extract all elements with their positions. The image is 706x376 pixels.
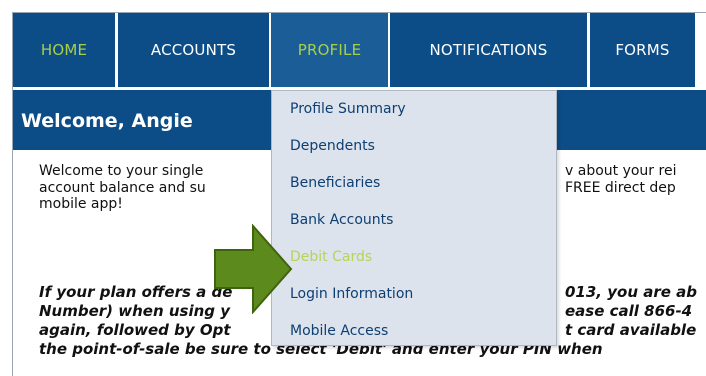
arrow-shape xyxy=(214,224,293,314)
nav-tab-accounts[interactable]: ACCOUNTS xyxy=(118,13,269,87)
intro-line: v about your rei xyxy=(565,163,677,179)
menu-item-bank-accounts[interactable]: Bank Accounts xyxy=(290,212,393,228)
menu-item-beneficiaries[interactable]: Beneficiaries xyxy=(290,175,380,191)
debit-line: 013, you are ab xyxy=(565,283,697,301)
profile-dropdown-menu: Profile Summary Dependents Beneficiaries… xyxy=(271,90,557,346)
intro-paragraph-right: v about your rei FREE direct dep xyxy=(565,163,676,196)
page-frame: HOME ACCOUNTS PROFILE NOTIFICATIONS FORM… xyxy=(12,12,706,376)
nav-tab-profile[interactable]: PROFILE xyxy=(271,13,388,87)
pointer-arrow-icon xyxy=(214,224,293,314)
welcome-title: Welcome, Angie xyxy=(21,110,193,132)
debit-card-paragraph-right: 013, you are ab ease call 866-4 t card a… xyxy=(565,283,697,340)
nav-tab-home[interactable]: HOME xyxy=(13,13,115,87)
menu-item-profile-summary[interactable]: Profile Summary xyxy=(290,101,406,117)
intro-line: FREE direct dep xyxy=(565,179,676,196)
debit-line: ease call 866-4 xyxy=(565,302,693,320)
menu-item-mobile-access[interactable]: Mobile Access xyxy=(290,323,388,339)
menu-item-debit-cards[interactable]: Debit Cards xyxy=(290,249,372,265)
debit-line: t card available xyxy=(565,321,697,339)
top-navigation: HOME ACCOUNTS PROFILE NOTIFICATIONS FORM… xyxy=(13,13,706,87)
menu-item-dependents[interactable]: Dependents xyxy=(290,138,375,154)
nav-tab-notifications[interactable]: NOTIFICATIONS xyxy=(390,13,587,87)
nav-tab-forms[interactable]: FORMS xyxy=(590,13,695,87)
menu-item-login-information[interactable]: Login Information xyxy=(290,286,413,302)
